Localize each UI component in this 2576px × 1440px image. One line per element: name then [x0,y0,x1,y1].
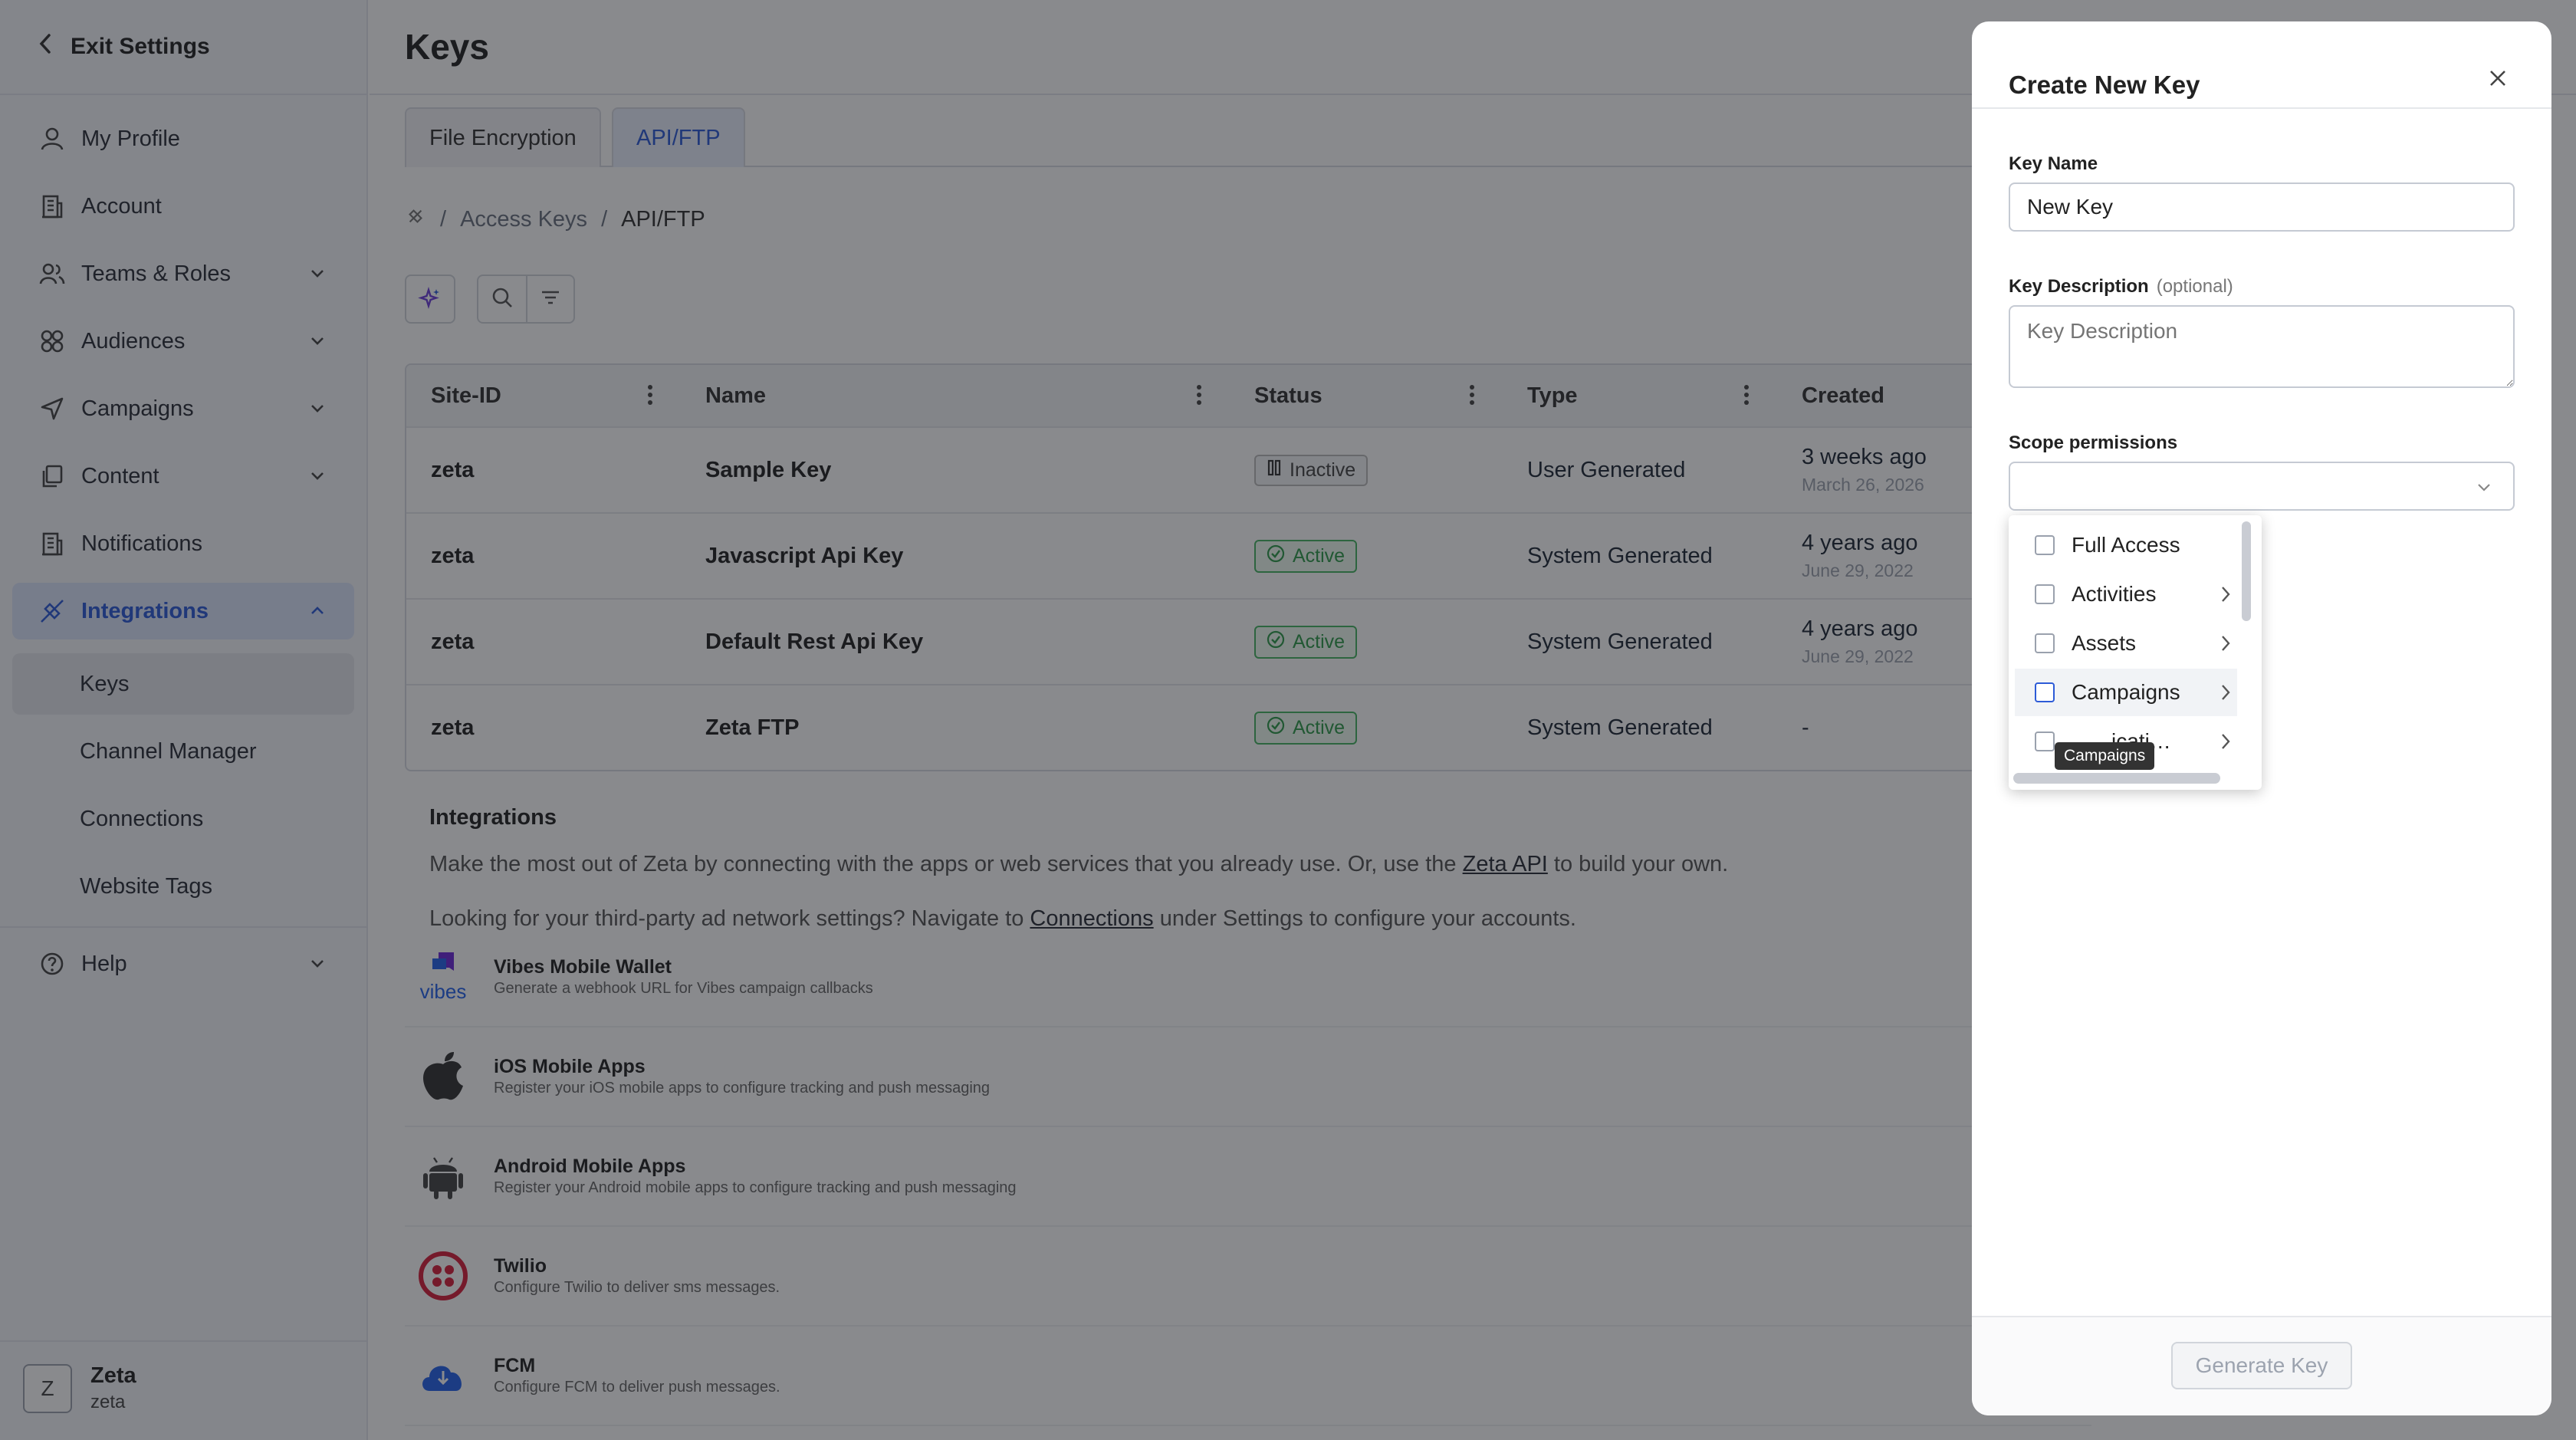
checkbox[interactable] [2035,732,2055,751]
checkbox[interactable] [2035,535,2055,555]
chevron-right-icon[interactable] [2219,584,2233,610]
chevron-right-icon[interactable] [2219,633,2233,659]
close-icon [2488,68,2508,92]
key-description-label: Key Description (optional) [2009,276,2233,298]
key-name-label: Key Name [2009,153,2098,174]
scope-permissions-dropdown: Full Access Activities Assets Campaigns … [2009,515,2262,790]
panel-footer: Generate Key [1972,1316,2551,1415]
option-tooltip: Campaigns [2055,742,2155,770]
vertical-scrollbar[interactable] [2242,521,2251,621]
chevron-down-icon [2475,478,2493,501]
key-description-label-text: Key Description [2009,276,2149,297]
chevron-right-icon[interactable] [2219,682,2233,708]
scope-option-full-access[interactable]: Full Access [2015,521,2237,569]
scope-option-campaigns[interactable]: Campaigns [2015,669,2237,716]
option-label: Full Access [2072,533,2180,557]
create-key-panel: Create New Key Key Name Key Description (… [1972,21,2551,1415]
panel-title: Create New Key [2009,71,2200,99]
checkbox[interactable] [2035,682,2055,702]
key-description-textarea[interactable] [2009,305,2515,388]
scope-permissions-select[interactable] [2009,462,2515,511]
optional-hint: (optional) [2156,276,2233,297]
scope-option-activities[interactable]: Activities [2015,570,2237,618]
checkbox[interactable] [2035,633,2055,653]
generate-key-button[interactable]: Generate Key [2171,1342,2352,1389]
scope-option-assets[interactable]: Assets [2015,620,2237,667]
scope-permissions-label: Scope permissions [2009,432,2178,453]
option-label: Campaigns [2072,680,2180,704]
divider [1972,107,2551,109]
option-label: Assets [2072,631,2137,655]
checkbox[interactable] [2035,584,2055,604]
option-label: Activities [2072,582,2157,606]
horizontal-scrollbar[interactable] [2013,773,2220,784]
key-name-input[interactable] [2009,182,2515,232]
chevron-right-icon[interactable] [2219,732,2233,757]
close-button[interactable] [2482,64,2513,95]
